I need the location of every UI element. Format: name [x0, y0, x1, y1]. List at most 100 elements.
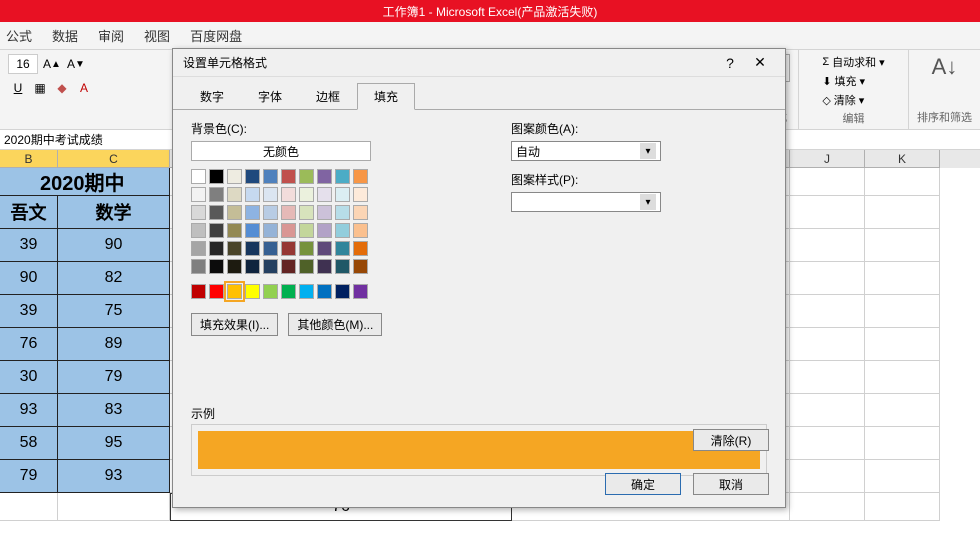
- color-swatch[interactable]: [209, 223, 224, 238]
- cancel-button[interactable]: 取消: [693, 473, 769, 495]
- color-swatch[interactable]: [353, 187, 368, 202]
- fill-color-icon[interactable]: ◆: [52, 78, 72, 98]
- col-header-K[interactable]: K: [865, 150, 940, 168]
- color-swatch[interactable]: [281, 205, 296, 220]
- clear-button[interactable]: ◇清除▾: [822, 92, 884, 108]
- color-swatch[interactable]: [245, 241, 260, 256]
- font-size-input[interactable]: [8, 54, 38, 74]
- color-swatch[interactable]: [281, 241, 296, 256]
- color-swatch[interactable]: [191, 169, 206, 184]
- color-swatch[interactable]: [263, 169, 278, 184]
- col-header-B[interactable]: B: [0, 150, 58, 168]
- table-cell[interactable]: 82: [58, 262, 170, 295]
- color-swatch[interactable]: [317, 259, 332, 274]
- color-swatch[interactable]: [353, 284, 368, 299]
- color-swatch[interactable]: [263, 259, 278, 274]
- color-swatch[interactable]: [353, 205, 368, 220]
- table-cell[interactable]: 39: [0, 295, 58, 328]
- menu-formula[interactable]: 公式: [6, 26, 32, 45]
- color-swatch[interactable]: [191, 241, 206, 256]
- decrease-font-icon[interactable]: A▼: [66, 54, 86, 74]
- menu-view[interactable]: 视图: [144, 26, 170, 45]
- table-cell[interactable]: 75: [58, 295, 170, 328]
- col-header-J[interactable]: J: [790, 150, 865, 168]
- color-swatch[interactable]: [263, 284, 278, 299]
- color-swatch[interactable]: [191, 223, 206, 238]
- ok-button[interactable]: 确定: [605, 473, 681, 495]
- color-swatch[interactable]: [335, 169, 350, 184]
- sort-filter-icon[interactable]: A↓: [932, 54, 958, 80]
- menu-review[interactable]: 审阅: [98, 26, 124, 45]
- color-swatch[interactable]: [281, 259, 296, 274]
- table-cell[interactable]: 39: [0, 229, 58, 262]
- color-swatch[interactable]: [299, 205, 314, 220]
- color-swatch[interactable]: [353, 241, 368, 256]
- color-swatch[interactable]: [281, 169, 296, 184]
- color-swatch[interactable]: [209, 187, 224, 202]
- color-swatch[interactable]: [209, 241, 224, 256]
- color-swatch[interactable]: [317, 205, 332, 220]
- tab-fill[interactable]: 填充: [357, 83, 415, 110]
- color-swatch[interactable]: [335, 241, 350, 256]
- underline-icon[interactable]: U: [8, 78, 28, 98]
- color-swatch[interactable]: [263, 205, 278, 220]
- color-swatch[interactable]: [299, 169, 314, 184]
- color-swatch[interactable]: [227, 169, 242, 184]
- color-swatch[interactable]: [263, 241, 278, 256]
- color-swatch[interactable]: [317, 187, 332, 202]
- color-swatch[interactable]: [299, 223, 314, 238]
- color-swatch[interactable]: [317, 223, 332, 238]
- color-swatch[interactable]: [353, 223, 368, 238]
- tab-font[interactable]: 字体: [241, 83, 299, 110]
- header-b[interactable]: 吾文: [0, 196, 58, 229]
- tab-border[interactable]: 边框: [299, 83, 357, 110]
- color-swatch[interactable]: [209, 205, 224, 220]
- table-cell[interactable]: 30: [0, 361, 58, 394]
- table-cell[interactable]: 79: [58, 361, 170, 394]
- color-swatch[interactable]: [317, 169, 332, 184]
- color-swatch[interactable]: [191, 205, 206, 220]
- color-swatch[interactable]: [245, 284, 260, 299]
- table-cell[interactable]: 58: [0, 427, 58, 460]
- col-header-C[interactable]: C: [58, 150, 170, 168]
- color-swatch[interactable]: [335, 223, 350, 238]
- color-swatch[interactable]: [317, 284, 332, 299]
- color-swatch[interactable]: [245, 223, 260, 238]
- color-swatch[interactable]: [335, 187, 350, 202]
- font-color-icon[interactable]: A: [74, 78, 94, 98]
- color-swatch[interactable]: [209, 284, 224, 299]
- color-swatch[interactable]: [317, 241, 332, 256]
- color-swatch[interactable]: [353, 259, 368, 274]
- color-swatch[interactable]: [227, 205, 242, 220]
- color-swatch[interactable]: [191, 284, 206, 299]
- table-cell[interactable]: 83: [58, 394, 170, 427]
- table-cell[interactable]: 93: [58, 460, 170, 493]
- header-c[interactable]: 数学: [58, 196, 170, 229]
- color-swatch[interactable]: [281, 223, 296, 238]
- fill-effects-button[interactable]: 填充效果(I)...: [191, 313, 278, 336]
- no-color-button[interactable]: 无颜色: [191, 141, 371, 161]
- menu-baidu[interactable]: 百度网盘: [190, 26, 242, 45]
- color-swatch[interactable]: [209, 259, 224, 274]
- color-swatch[interactable]: [245, 169, 260, 184]
- color-swatch[interactable]: [245, 259, 260, 274]
- pattern-color-select[interactable]: 自动 ▾: [511, 141, 661, 161]
- color-swatch[interactable]: [227, 187, 242, 202]
- color-swatch[interactable]: [245, 205, 260, 220]
- color-swatch[interactable]: [335, 284, 350, 299]
- close-button[interactable]: ✕: [745, 54, 775, 71]
- color-swatch[interactable]: [227, 259, 242, 274]
- color-swatch[interactable]: [281, 187, 296, 202]
- color-swatch[interactable]: [299, 284, 314, 299]
- color-swatch[interactable]: [299, 259, 314, 274]
- table-cell[interactable]: 93: [0, 394, 58, 427]
- fill-button[interactable]: ⬇填充▾: [822, 73, 884, 89]
- help-button[interactable]: ?: [715, 55, 745, 71]
- border-icon[interactable]: ▦: [30, 78, 50, 98]
- table-cell[interactable]: 76: [0, 328, 58, 361]
- color-swatch[interactable]: [353, 169, 368, 184]
- pattern-style-select[interactable]: ▾: [511, 192, 661, 212]
- table-cell[interactable]: 90: [58, 229, 170, 262]
- color-swatch[interactable]: [263, 187, 278, 202]
- color-swatch[interactable]: [245, 187, 260, 202]
